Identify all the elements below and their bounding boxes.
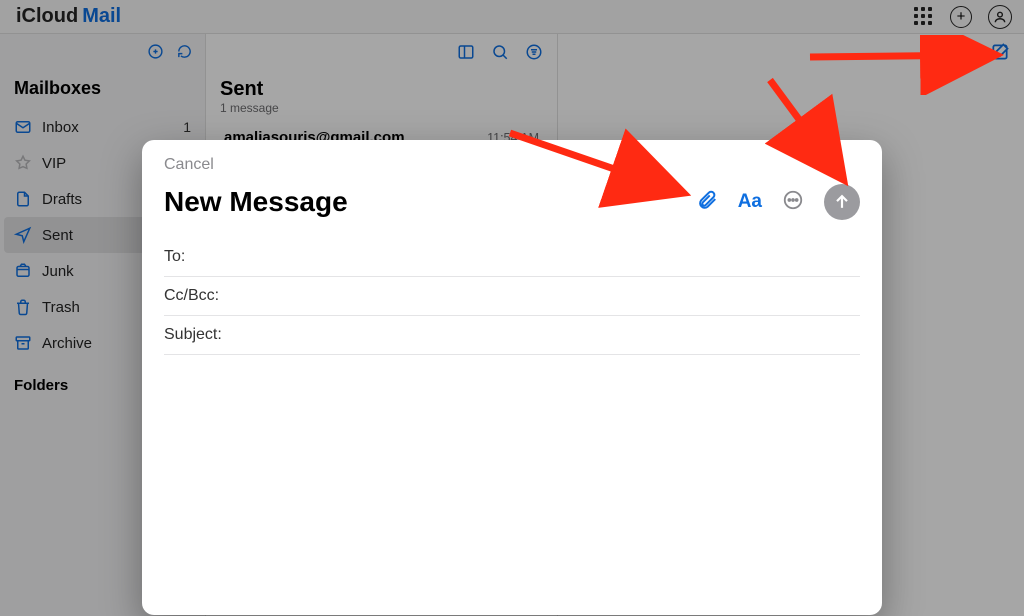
attachment-icon[interactable] (696, 189, 718, 216)
to-label: To: (164, 248, 236, 266)
sidebar-item-label: Junk (42, 263, 74, 280)
send-button[interactable] (824, 184, 860, 220)
subject-field[interactable]: Subject: (164, 316, 860, 355)
sidebar-title: Mailboxes (0, 74, 205, 103)
sidebar-item-label: Sent (42, 227, 73, 244)
cancel-button[interactable]: Cancel (164, 156, 860, 174)
more-options-icon[interactable] (782, 189, 804, 216)
ccbcc-input[interactable] (236, 287, 860, 305)
star-icon (14, 154, 32, 172)
junk-icon (14, 262, 32, 280)
compose-icon[interactable] (990, 42, 1010, 67)
sidebar-item-label: Drafts (42, 191, 82, 208)
topbar: iCloud Mail + (0, 0, 1024, 34)
ccbcc-label: Cc/Bcc: (164, 287, 236, 305)
sidebar-toggle-icon[interactable] (457, 43, 475, 66)
trash-icon (14, 298, 32, 316)
to-field[interactable]: To: (164, 238, 860, 277)
brand-icloud: iCloud (16, 5, 78, 28)
app-launcher-icon[interactable] (914, 7, 934, 27)
sidebar-item-count: 1 (183, 119, 191, 135)
filter-circle-icon[interactable] (525, 43, 543, 66)
paper-plane-icon (14, 226, 32, 244)
sidebar-item-label: Inbox (42, 119, 79, 136)
list-title: Sent (206, 74, 557, 101)
archive-icon (14, 334, 32, 352)
list-subtitle: 1 message (206, 101, 557, 123)
compose-modal: Cancel New Message Aa To: Cc/Bcc: Subjec… (142, 140, 882, 615)
to-input[interactable] (236, 248, 860, 266)
refresh-icon[interactable] (176, 43, 193, 65)
inbox-icon (14, 118, 32, 136)
compose-title: New Message (164, 186, 348, 218)
add-button-icon[interactable]: + (950, 6, 972, 28)
sidebar-item-label: Trash (42, 299, 80, 316)
brand-mail: Mail (82, 5, 121, 28)
subject-label: Subject: (164, 326, 236, 344)
subject-input[interactable] (236, 326, 860, 344)
sidebar-item-label: Archive (42, 335, 92, 352)
sidebar-item-label: VIP (42, 155, 66, 172)
account-avatar-icon[interactable] (988, 5, 1012, 29)
filter-icon[interactable] (147, 43, 164, 65)
compose-body[interactable] (164, 355, 860, 615)
document-icon (14, 190, 32, 208)
ccbcc-field[interactable]: Cc/Bcc: (164, 277, 860, 316)
format-icon[interactable]: Aa (738, 191, 762, 213)
search-icon[interactable] (491, 43, 509, 66)
